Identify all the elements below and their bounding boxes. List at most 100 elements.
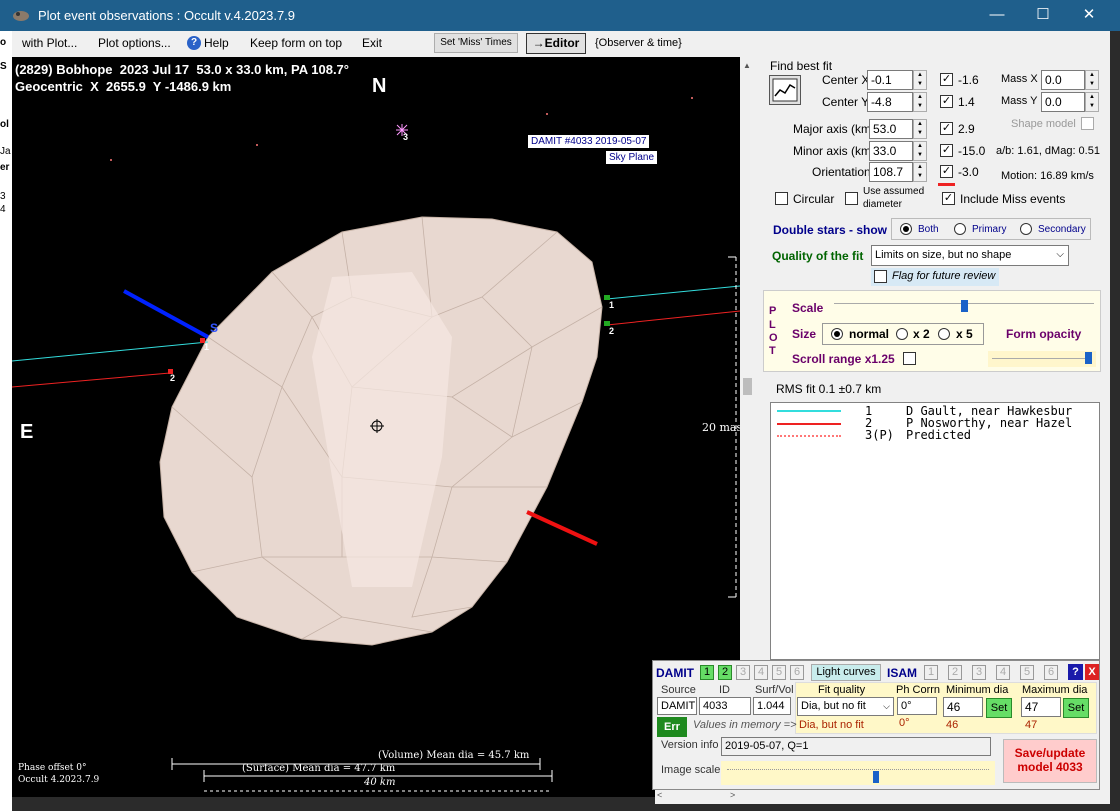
secondary-radio[interactable]: [1020, 223, 1032, 235]
menu-plot-options[interactable]: Plot options...: [98, 36, 171, 50]
double-stars-group: Both Primary Secondary: [891, 218, 1091, 240]
damit-model-5[interactable]: 5: [772, 665, 786, 680]
center-y-field[interactable]: -4.8: [867, 92, 913, 112]
horizontal-scrollbar[interactable]: < >: [655, 790, 1110, 804]
major-axis-spinner[interactable]: ▲ ▼: [913, 119, 927, 139]
major-axis-field[interactable]: 53.0: [869, 119, 913, 139]
both-radio[interactable]: [900, 223, 912, 235]
center-x-spinner[interactable]: ▲ ▼: [913, 70, 927, 90]
id-field[interactable]: 4033: [699, 697, 751, 715]
find-best-fit-button[interactable]: [769, 75, 801, 105]
isam-model-6[interactable]: 6: [1044, 665, 1058, 680]
fit-quality-select[interactable]: Dia, but no fit ⌵: [797, 697, 894, 716]
menu-help[interactable]: Help: [204, 36, 229, 50]
mass-x-field[interactable]: 0.0: [1041, 70, 1085, 90]
window-title: Plot event observations : Occult v.4.202…: [38, 8, 296, 23]
version-info-label: Version info: [661, 739, 719, 751]
help-icon[interactable]: ?: [1068, 664, 1083, 680]
legend-num-3: 3(P): [865, 428, 894, 442]
asteroid-plot: [12, 97, 740, 792]
flag-review-label: Flag for future review: [892, 270, 996, 282]
circular-checkbox[interactable]: [775, 192, 788, 205]
include-miss-checkbox[interactable]: ✓: [942, 192, 955, 205]
scroll-left-icon[interactable]: <: [657, 790, 662, 800]
opacity-slider[interactable]: [988, 351, 1096, 367]
editor-button[interactable]: →Editor: [526, 33, 586, 54]
chord-label-2-left: 2: [170, 373, 176, 383]
fit-minor-checkbox[interactable]: ✓: [940, 144, 953, 157]
isam-model-2[interactable]: 2: [948, 665, 962, 680]
version-info-field[interactable]: 2019-05-07, Q=1: [721, 737, 991, 756]
size-x2-radio[interactable]: [896, 328, 908, 340]
plot-canvas[interactable]: (2829) Bobhope 2023 Jul 17 53.0 x 33.0 k…: [12, 57, 740, 797]
version-label: Occult 4.2023.7.9: [18, 775, 100, 785]
min-dia-field[interactable]: 46: [943, 697, 983, 717]
scale-slider-thumb[interactable]: [961, 300, 968, 312]
damit-model-6[interactable]: 6: [790, 665, 804, 680]
orientation-field[interactable]: 108.7: [869, 162, 913, 182]
surfvol-field[interactable]: 1.044: [753, 697, 791, 715]
minor-axis-field[interactable]: 33.0: [869, 141, 913, 161]
min-dia-set-button[interactable]: Set: [986, 698, 1012, 718]
mass-x-spinner[interactable]: ▲ ▼: [1085, 70, 1099, 90]
close-button[interactable]: ✕: [1077, 4, 1101, 26]
size-group: normal x 2 x 5: [822, 323, 984, 345]
minor-axis-spinner[interactable]: ▲ ▼: [913, 141, 927, 161]
mass-y-field[interactable]: 0.0: [1041, 92, 1085, 112]
primary-radio[interactable]: [954, 223, 966, 235]
set-miss-times-button[interactable]: Set 'Miss' Times: [434, 33, 518, 53]
fit-orientation-checkbox[interactable]: ✓: [940, 165, 953, 178]
strip-text: Ja: [0, 146, 11, 157]
max-dia-field[interactable]: 47: [1021, 697, 1061, 717]
chevron-down-icon: ⌵: [883, 701, 890, 711]
menu-keep-on-top[interactable]: Keep form on top: [250, 36, 342, 50]
size-normal-radio[interactable]: [831, 328, 843, 340]
image-scale-thumb[interactable]: [873, 771, 879, 783]
center-x-field[interactable]: -0.1: [867, 70, 913, 90]
close-icon[interactable]: X: [1085, 664, 1099, 680]
fit-center-x-checkbox[interactable]: ✓: [940, 73, 953, 86]
scroll-thumb[interactable]: [743, 378, 752, 395]
flag-review-checkbox[interactable]: [874, 270, 887, 283]
menu-with-plot[interactable]: with Plot...: [22, 36, 77, 50]
observer-time-menu[interactable]: {Observer & time}: [595, 37, 682, 49]
isam-model-4[interactable]: 4: [996, 665, 1010, 680]
maximize-button[interactable]: ☐: [1031, 4, 1055, 26]
help-icon[interactable]: ?: [187, 36, 201, 50]
mass-y-spinner[interactable]: ▲ ▼: [1085, 92, 1099, 112]
light-curves-button[interactable]: Light curves: [811, 664, 881, 681]
fit-center-y-checkbox[interactable]: ✓: [940, 95, 953, 108]
menu-exit[interactable]: Exit: [362, 36, 382, 50]
use-assumed-diameter-checkbox[interactable]: [845, 192, 858, 205]
minor-axis-label: Minor axis (km): [793, 144, 876, 158]
opacity-slider-thumb[interactable]: [1085, 352, 1092, 364]
image-scale-slider[interactable]: [721, 761, 995, 785]
damit-model-4[interactable]: 4: [754, 665, 768, 680]
isam-model-5[interactable]: 5: [1020, 665, 1034, 680]
star-number-label: 3: [403, 132, 409, 142]
isam-model-1[interactable]: 1: [924, 665, 938, 680]
minimize-button[interactable]: —: [985, 4, 1009, 26]
scroll-right-icon[interactable]: >: [730, 790, 735, 800]
damit-model-1[interactable]: 1: [700, 665, 714, 680]
quality-of-fit-select[interactable]: Limits on size, but no shape ⌵: [871, 245, 1069, 266]
max-dia-set-button[interactable]: Set: [1063, 698, 1089, 718]
save-update-model-button[interactable]: Save/update model 4033: [1003, 739, 1097, 783]
damit-model-2[interactable]: 2: [718, 665, 732, 680]
scroll-up-icon[interactable]: ▲: [743, 61, 751, 70]
err-button[interactable]: Err: [657, 717, 687, 737]
damit-model-3[interactable]: 3: [736, 665, 750, 680]
isam-model-3[interactable]: 3: [972, 665, 986, 680]
size-x5-radio[interactable]: [938, 328, 950, 340]
title-bar: Plot event observations : Occult v.4.202…: [0, 0, 1120, 31]
scroll-range-checkbox[interactable]: [903, 352, 916, 365]
orientation-spinner[interactable]: ▲ ▼: [913, 162, 927, 182]
phcorr-field[interactable]: 0°: [897, 697, 937, 715]
blue-motion-arrow: [123, 289, 209, 339]
center-y-spinner[interactable]: ▲ ▼: [913, 92, 927, 112]
scale-slider[interactable]: [834, 300, 1094, 313]
fit-major-checkbox[interactable]: ✓: [940, 122, 953, 135]
strip-text: er: [0, 162, 10, 173]
shape-model-checkbox[interactable]: [1081, 117, 1094, 130]
source-field[interactable]: DAMIT: [657, 697, 697, 715]
